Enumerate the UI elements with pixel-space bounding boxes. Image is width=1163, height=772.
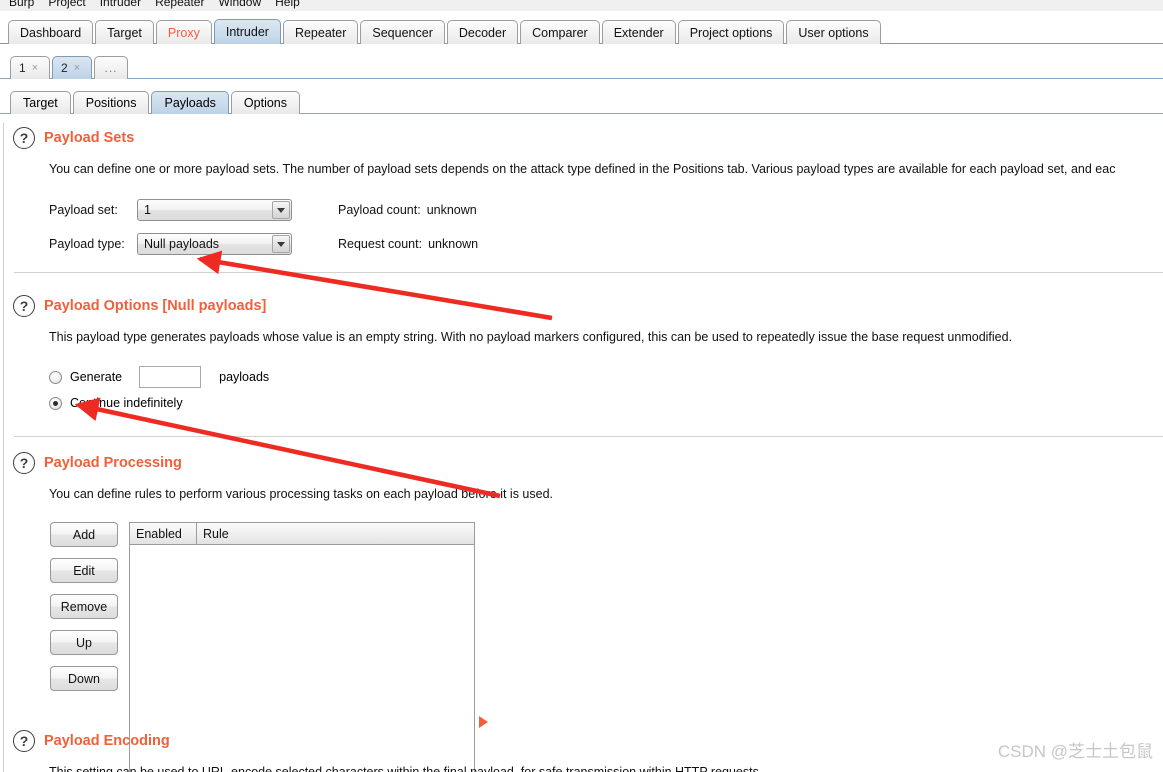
attack-tab-2[interactable]: 2 × [52, 56, 92, 79]
section-payload-options: ? Payload Options [Null payloads] This p… [0, 295, 1163, 344]
close-icon[interactable]: × [74, 62, 80, 74]
tab-project-options[interactable]: Project options [677, 20, 785, 44]
payload-set-row: Payload set: 1 Payload count: unknown [49, 199, 477, 221]
column-header-enabled[interactable]: Enabled [130, 523, 197, 544]
tab-intruder[interactable]: Intruder [213, 19, 281, 44]
payload-set-select[interactable]: 1 [137, 199, 292, 221]
divider [14, 272, 1163, 273]
section-payload-sets: ? Payload Sets You can define one or mor… [0, 127, 1163, 176]
tab-decoder[interactable]: Decoder [446, 20, 519, 44]
main-tab-bar: Dashboard Target Proxy Intruder Repeater… [0, 11, 1163, 44]
payload-count-value: unknown [426, 203, 477, 217]
continue-indefinitely-radio[interactable] [49, 396, 62, 410]
tab-sequencer[interactable]: Sequencer [360, 20, 445, 44]
payload-sets-title: Payload Sets [44, 130, 135, 146]
tab-proxy[interactable]: Proxy [155, 20, 212, 44]
payload-sets-description: You can define one or more payload sets.… [49, 162, 1116, 176]
divider [14, 436, 1163, 437]
help-icon[interactable]: ? [13, 452, 35, 474]
help-icon[interactable]: ? [13, 127, 35, 149]
payloads-suffix-label: payloads [219, 370, 270, 384]
payload-type-label: Payload type: [49, 237, 125, 251]
tab-extender[interactable]: Extender [601, 20, 676, 44]
menu-item-intruder[interactable]: Intruder [93, 0, 148, 11]
payload-set-label: Payload set: [49, 203, 118, 217]
sub-tab-options[interactable]: Options [230, 91, 301, 114]
generate-payloads-row: Generate payloads [49, 366, 269, 388]
tab-repeater[interactable]: Repeater [282, 20, 359, 44]
chevron-down-icon[interactable] [272, 201, 290, 219]
attack-tab-1[interactable]: 1 × [10, 56, 50, 79]
payload-options-description: This payload type generates payloads who… [49, 330, 1013, 344]
payload-processing-title: Payload Processing [44, 455, 182, 471]
sub-tab-target[interactable]: Target [10, 91, 71, 114]
watermark: CSDN @芝士土包鼠 [997, 742, 1153, 761]
column-header-rule[interactable]: Rule [197, 523, 229, 544]
payload-type-select[interactable]: Null payloads [137, 233, 292, 255]
payload-encoding-description: This setting can be used to URL-encode s… [49, 765, 763, 772]
attack-tab-bar: 1 × 2 × ... [0, 49, 1163, 79]
close-icon[interactable]: × [32, 62, 38, 74]
menu-item-project[interactable]: Project [41, 0, 92, 11]
payload-set-value: 1 [144, 203, 151, 217]
payload-processing-buttons: Add Edit Remove Up Down [50, 522, 118, 691]
up-button[interactable]: Up [50, 630, 118, 655]
menu-item-repeater[interactable]: Repeater [148, 0, 211, 11]
attack-tab-overflow[interactable]: ... [94, 56, 128, 79]
sub-tab-payloads[interactable]: Payloads [151, 91, 229, 114]
payload-count-label: Payload count: [338, 203, 421, 217]
payload-type-row: Payload type: Null payloads Request coun… [49, 233, 478, 255]
section-payload-processing: ? Payload Processing You can define rule… [0, 452, 1163, 501]
attack-tab-2-label: 2 [61, 61, 68, 75]
sub-tab-positions[interactable]: Positions [72, 91, 150, 114]
continue-indefinitely-row: Continue indefinitely [49, 396, 183, 410]
generate-count-input[interactable] [139, 366, 202, 388]
payload-sets-header: ? Payload Sets [0, 127, 1163, 149]
panel-left-rule [3, 123, 4, 772]
menu-item-help[interactable]: Help [268, 0, 307, 11]
burp-suite-window: Burp Project Intruder Repeater Window He… [0, 0, 1163, 772]
payload-encoding-header: ? Payload Encoding [0, 730, 1163, 752]
request-count-label: Request count: [338, 237, 423, 251]
help-icon[interactable]: ? [13, 295, 35, 317]
generate-label: Generate [70, 370, 123, 384]
expand-right-triangle-icon[interactable] [479, 716, 488, 728]
request-count-value: unknown [428, 237, 479, 251]
payload-options-title: Payload Options [Null payloads] [44, 298, 267, 314]
payload-encoding-title: Payload Encoding [44, 733, 170, 749]
payloads-panel: ? Payload Sets You can define one or mor… [0, 115, 1163, 772]
intruder-sub-tab-bar: Target Positions Payloads Options [0, 84, 1163, 114]
help-icon[interactable]: ? [13, 730, 35, 752]
down-button[interactable]: Down [50, 666, 118, 691]
add-button[interactable]: Add [50, 522, 118, 547]
tab-dashboard[interactable]: Dashboard [8, 20, 94, 44]
payload-processing-description: You can define rules to perform various … [49, 487, 553, 501]
tab-target[interactable]: Target [95, 20, 154, 44]
edit-button[interactable]: Edit [50, 558, 118, 583]
menu-item-burp[interactable]: Burp [2, 0, 41, 11]
table-header-row: Enabled Rule [130, 523, 474, 545]
generate-radio[interactable] [49, 370, 62, 384]
payload-options-header: ? Payload Options [Null payloads] [0, 295, 1163, 317]
continue-indefinitely-label: Continue indefinitely [70, 396, 183, 410]
payload-type-value: Null payloads [144, 237, 220, 251]
chevron-down-icon[interactable] [272, 235, 290, 253]
payload-processing-header: ? Payload Processing [0, 452, 1163, 474]
attack-tab-1-label: 1 [19, 61, 26, 75]
remove-button[interactable]: Remove [50, 594, 118, 619]
tab-comparer[interactable]: Comparer [520, 20, 600, 44]
section-payload-encoding: ? Payload Encoding This setting can be u… [0, 730, 1163, 772]
menu-item-window[interactable]: Window [211, 0, 268, 11]
tab-user-options[interactable]: User options [786, 20, 881, 44]
